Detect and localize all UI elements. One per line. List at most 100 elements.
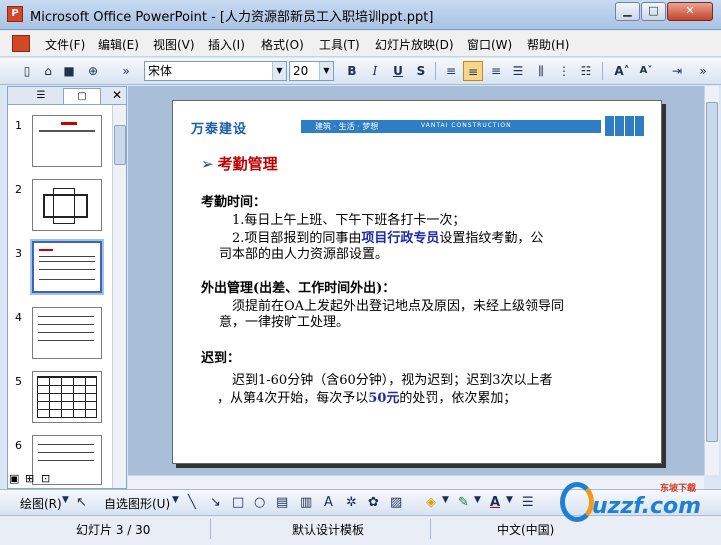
chevron-down-icon[interactable]: ▼ [319, 62, 333, 80]
slide-editing-area: 万泰建设 建筑 · 生活 · 梦想 VANTAI CONSTRUCTION ➢ 考… [128, 86, 704, 475]
menu-slideshow[interactable]: 幻灯片放映(D) [375, 36, 454, 53]
open-folder-icon[interactable]: ⌂ [38, 61, 58, 81]
vertical-textbox-icon[interactable]: ▥ [300, 495, 312, 510]
status-slide-count: 幻灯片 3 / 30 [76, 523, 151, 537]
attendance-item-2-line2: 司本部的由人力资源部设置。 [219, 247, 389, 262]
slide-canvas[interactable]: 万泰建设 建筑 · 生活 · 梦想 VANTAI CONSTRUCTION ➢ 考… [172, 100, 662, 464]
tab-slides[interactable]: ▢ [63, 88, 101, 104]
slide-number: 1 [15, 119, 22, 132]
wordart-icon[interactable]: A [324, 495, 333, 510]
new-document-icon[interactable]: ▯ [17, 61, 37, 81]
chevron-down-icon[interactable]: ▼ [172, 495, 179, 505]
bold-icon[interactable]: B [342, 61, 362, 81]
align-left-icon[interactable]: ≡ [441, 61, 461, 81]
chevron-down-icon[interactable]: ▼ [474, 495, 481, 505]
slideshow-icon[interactable]: ⊡ [41, 472, 50, 485]
line-tool-icon[interactable]: ╲ [188, 495, 196, 510]
menu-format[interactable]: 格式(O) [261, 36, 304, 53]
tab-outline[interactable]: ☰ [22, 88, 60, 104]
slide-thumbnail-selected[interactable] [30, 239, 104, 295]
separator [435, 62, 436, 80]
chevron-down-icon[interactable]: ▼ [272, 62, 286, 80]
picture-icon[interactable]: ▨ [390, 495, 402, 510]
menu-edit[interactable]: 编辑(E) [98, 36, 139, 53]
slide-sorter-icon[interactable]: ⊞ [25, 472, 34, 485]
rectangle-tool-icon[interactable]: □ [232, 495, 244, 510]
chevron-down-icon[interactable]: ▼ [62, 495, 69, 505]
separator [430, 519, 431, 539]
diagram-icon[interactable]: ✲ [346, 495, 357, 510]
window-title: Microsoft Office PowerPoint - [人力资源部新员工入… [30, 10, 434, 25]
slide-number: 4 [15, 311, 22, 324]
toolbar-options-icon[interactable]: » [698, 61, 708, 81]
save-icon[interactable]: ■ [59, 61, 79, 81]
autoshapes-menu[interactable]: 自选图形(U) [104, 495, 170, 512]
company-logo: 万泰建设 [191, 122, 248, 137]
late-line-2: ，从第4次开始，每次予以50元的处罚，依次累加； [217, 387, 516, 406]
formatting-toolbar: ▯ ⌂ ■ ⊕ » 宋体 ▼ 20 ▼ B I U S ≡ ≡ ≡ ☰ ⫼ ⋮ … [0, 58, 721, 85]
late-line-2-post: 的处罚，依次累加； [399, 391, 517, 406]
line-color-icon[interactable]: ✎ [458, 495, 469, 510]
menu-window[interactable]: 窗口(W) [467, 36, 512, 53]
underline-icon[interactable]: U [388, 61, 408, 81]
slide-number: 2 [15, 183, 22, 196]
permission-icon[interactable]: ⊕ [83, 61, 103, 81]
menu-tools[interactable]: 工具(T) [319, 36, 360, 53]
scrollbar-thumb[interactable] [114, 125, 126, 165]
slides-panel: ☰ ▢ ✕ 1 2 3 4 5 6 [7, 86, 127, 489]
slide-vertical-scrollbar[interactable] [704, 86, 719, 475]
font-name-select[interactable]: 宋体 ▼ [144, 61, 287, 81]
minimize-button[interactable]: ▁ [615, 2, 640, 21]
slide-number: 6 [15, 439, 22, 452]
document-icon[interactable] [12, 35, 30, 52]
numbering-icon[interactable]: ⋮ [554, 61, 574, 81]
section-outing-title: 外出管理(出差、工作时间外出)： [201, 281, 396, 296]
maximize-button[interactable]: □ [641, 2, 666, 21]
align-right-icon[interactable]: ≡ [486, 61, 506, 81]
bullets-icon[interactable]: ☷ [576, 61, 596, 81]
align-center-icon[interactable]: ≡ [463, 61, 483, 81]
close-button[interactable]: ✕ [667, 2, 713, 21]
slide-thumbnail[interactable] [32, 115, 102, 167]
text-direction-icon[interactable]: ⫼ [531, 61, 551, 81]
font-color-icon[interactable]: A [490, 495, 500, 510]
arrow-tool-icon[interactable]: ↘ [210, 495, 221, 510]
menu-view[interactable]: 视图(V) [153, 36, 195, 53]
late-line-1: 迟到1-60分钟（含60分钟），视为迟到；迟到3次以上者 [232, 373, 553, 388]
textbox-tool-icon[interactable]: ▤ [276, 495, 288, 510]
thumbnails-scrollbar[interactable] [112, 105, 126, 488]
scrollbar-thumb[interactable] [706, 102, 718, 442]
slide-thumbnail[interactable] [32, 371, 102, 423]
menu-file[interactable]: 文件(F) [45, 36, 85, 53]
indent-icon[interactable]: ⇥ [667, 61, 687, 81]
menu-insert[interactable]: 插入(I) [208, 36, 245, 53]
decrease-font-icon[interactable]: A˅ [636, 61, 656, 81]
oval-tool-icon[interactable]: ○ [254, 495, 265, 510]
close-icon[interactable]: ✕ [112, 88, 122, 102]
increase-font-icon[interactable]: A˄ [612, 61, 632, 81]
select-pointer-icon[interactable]: ↖ [76, 495, 87, 510]
font-size-select[interactable]: 20 ▼ [289, 61, 334, 81]
late-line-2-highlight: 50元 [368, 391, 400, 406]
normal-view-icon[interactable]: ▣ [9, 472, 19, 485]
status-template[interactable]: 默认设计模板 [292, 521, 364, 538]
status-language: 中文(中国) [497, 523, 555, 537]
slide-heading[interactable]: ➢ 考勤管理 [201, 153, 278, 174]
line-style-icon[interactable]: ☰ [522, 495, 534, 510]
powerpoint-app-icon[interactable]: P [7, 6, 23, 22]
toolbar-options-icon[interactable]: » [121, 61, 131, 81]
menu-help[interactable]: 帮助(H) [527, 36, 569, 53]
justify-icon[interactable]: ☰ [508, 61, 528, 81]
view-buttons: ▣ ⊞ ⊡ [9, 472, 69, 488]
clipart-icon[interactable]: ✿ [368, 495, 379, 510]
italic-icon[interactable]: I [365, 61, 385, 81]
slide-thumbnail[interactable] [32, 179, 102, 231]
fill-color-icon[interactable]: ◈ [426, 495, 436, 510]
chevron-down-icon[interactable]: ▼ [442, 495, 449, 505]
slide-thumbnail[interactable] [32, 307, 102, 359]
arrow-bullet-icon: ➢ [201, 155, 214, 173]
shadow-icon[interactable]: S [411, 61, 431, 81]
section-attendance-title: 考勤时间： [201, 195, 267, 210]
chevron-down-icon[interactable]: ▼ [506, 495, 513, 505]
draw-menu[interactable]: 绘图(R) [20, 495, 62, 512]
